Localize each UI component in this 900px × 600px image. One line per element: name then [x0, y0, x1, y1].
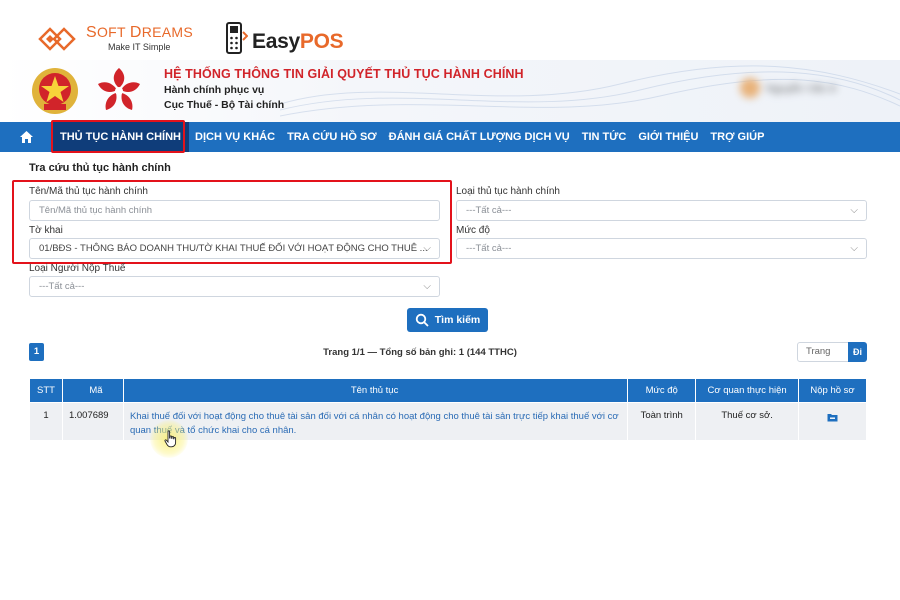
level-value: ---Tất cả---: [466, 243, 512, 254]
nav-item-tin-tuc[interactable]: TIN TỨC: [576, 122, 633, 152]
procedure-link[interactable]: Khai thuế đối với hoạt động cho thuê tài…: [122, 402, 629, 441]
taxpayer-type-label: Loại Người Nộp Thuế: [29, 263, 126, 274]
taxpayer-type-value: ---Tất cả---: [39, 281, 85, 292]
user-account-menu[interactable]: Nguyễn Văn A: [740, 78, 870, 100]
col-header-submit: Nộp hồ sơ: [798, 378, 867, 403]
chevron-down-icon: ⌵: [850, 205, 858, 216]
row-code: 1.007689: [61, 402, 124, 441]
search-icon: [415, 313, 429, 327]
avatar: [740, 78, 760, 98]
chevron-down-icon: ⌵: [423, 281, 431, 292]
col-header-stt: STT: [29, 378, 63, 403]
user-name: Nguyễn Văn A: [766, 83, 837, 95]
col-header-level: Mức độ: [627, 378, 697, 403]
col-header-code: Mã: [61, 378, 124, 403]
row-agency: Thuế cơ sở.: [695, 402, 800, 441]
softdreams-wordmark: SOFT DREAMS: [86, 24, 193, 41]
system-subtitle: Hành chính phục vụ: [164, 84, 265, 96]
page-go-button[interactable]: Đi: [848, 342, 867, 362]
level-select[interactable]: ---Tất cả--- ⌵: [456, 238, 867, 259]
highlight-box-nav: [51, 120, 185, 153]
taxpayer-type-select[interactable]: ---Tất cả--- ⌵: [29, 276, 440, 297]
home-icon: [19, 131, 33, 143]
page-jump-input[interactable]: Trang: [797, 342, 849, 362]
highlight-box-form: [12, 180, 452, 264]
nav-item-tra-cuu-ho-so[interactable]: TRA CỨU HỒ SƠ: [281, 122, 383, 152]
national-emblem-icon: [32, 68, 78, 114]
search-section-title: Tra cứu thủ tục hành chính: [29, 162, 171, 174]
softdreams-logo-icon: [38, 27, 76, 51]
nav-home[interactable]: [0, 122, 52, 152]
easypos-terminal-icon: [226, 22, 248, 54]
submit-cell: [798, 402, 867, 441]
nav-item-tro-giup[interactable]: TRỢ GIÚP: [704, 122, 770, 152]
hand-pointer-icon: [164, 430, 177, 448]
procedure-type-label: Loại thủ tục hành chính: [456, 186, 560, 197]
brand-strip: SOFT DREAMS Make IT Simple EasyPOS: [0, 0, 900, 60]
chevron-down-icon: ⌵: [850, 243, 858, 254]
records-summary: Trang 1/1 — Tổng số bản ghi: 1 (144 TTHC…: [323, 347, 517, 358]
level-label: Mức độ: [456, 225, 490, 236]
tax-department-logo-icon: [98, 68, 140, 110]
procedure-type-value: ---Tất cả---: [466, 205, 512, 216]
system-agency: Cục Thuế - Bộ Tài chính: [164, 99, 285, 111]
submit-file-icon[interactable]: [827, 412, 838, 422]
nav-item-gioi-thieu[interactable]: GIỚI THIỆU: [632, 122, 704, 152]
site-header: HỆ THỐNG THÔNG TIN GIẢI QUYẾT THỦ TỤC HÀ…: [0, 60, 900, 122]
row-stt: 1: [29, 402, 63, 441]
search-button[interactable]: Tìm kiếm: [407, 308, 488, 332]
row-level: Toàn trình: [627, 402, 697, 441]
col-header-name: Tên thủ tục: [122, 378, 629, 403]
nav-item-dich-vu-khac[interactable]: DỊCH VỤ KHÁC: [189, 122, 281, 152]
search-button-label: Tìm kiếm: [434, 314, 481, 326]
easypos-wordmark: EasyPOS: [252, 30, 344, 53]
table-header-row: STT Mã Tên thủ tục Mức độ Cơ quan thực h…: [29, 378, 867, 403]
procedure-type-select[interactable]: ---Tất cả--- ⌵: [456, 200, 867, 221]
col-header-agency: Cơ quan thực hiện: [695, 378, 800, 403]
nav-item-danh-gia-chat-luong[interactable]: ĐÁNH GIÁ CHẤT LƯỢNG DỊCH VỤ: [383, 122, 576, 152]
softdreams-tagline: Make IT Simple: [108, 42, 171, 52]
system-title: HỆ THỐNG THÔNG TIN GIẢI QUYẾT THỦ TỤC HÀ…: [164, 67, 524, 81]
